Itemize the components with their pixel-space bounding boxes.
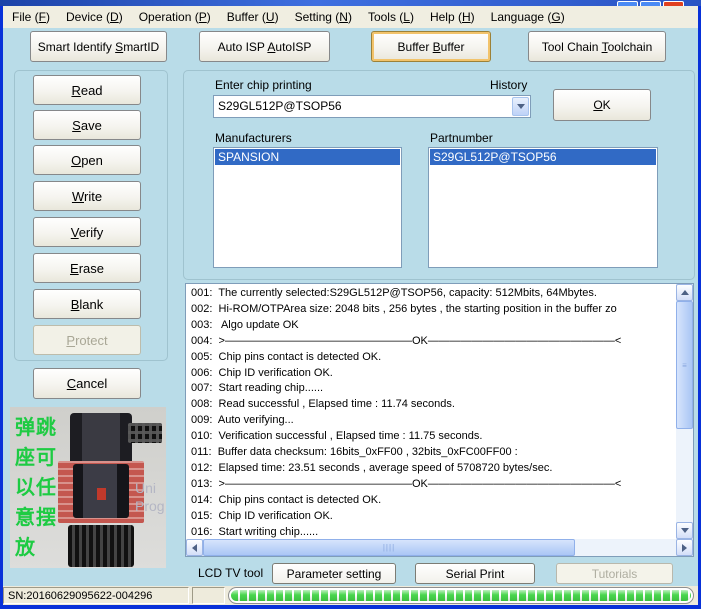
app-window: File (F) Device (D) Operation (P) Buffer…	[0, 0, 701, 609]
scroll-left-button[interactable]	[186, 539, 203, 556]
photo-zif-socket	[73, 464, 129, 518]
menu-operation[interactable]: Operation (P)	[139, 10, 211, 24]
tutorials-button: Tutorials	[556, 563, 673, 584]
tool-chain-button[interactable]: Tool Chain Toolchain	[528, 31, 666, 62]
buffer-button[interactable]: Buffer Buffer	[371, 31, 491, 62]
operation-log[interactable]: 001: The currently selected:S29GL512P@TS…	[185, 283, 694, 557]
save-button[interactable]: Save	[33, 110, 141, 140]
smart-identify-button[interactable]: Smart Identify SmartID	[30, 31, 167, 62]
arrow-down-icon	[681, 528, 689, 533]
photo-socket-top	[70, 413, 132, 467]
serial-print-button[interactable]: Serial Print	[415, 563, 535, 584]
manufacturers-label: Manufacturers	[215, 131, 292, 145]
window-border-left	[0, 6, 3, 609]
photo-socket-bottom	[68, 525, 134, 567]
list-item[interactable]: S29GL512P@TSOP56	[430, 149, 656, 165]
log-text: 001: The currently selected:S29GL512P@TS…	[186, 284, 676, 539]
write-button[interactable]: Write	[33, 181, 141, 211]
read-button[interactable]: Read	[33, 75, 141, 105]
progress-bar	[228, 587, 694, 604]
ok-button[interactable]: OK	[553, 89, 651, 121]
lcd-tv-tool-label: LCD TV tool	[198, 566, 263, 580]
status-bar: SN:20160629095622-004296	[3, 586, 698, 605]
progress-bar-fill	[231, 590, 691, 601]
status-spacer-panel	[192, 587, 225, 604]
serial-number-panel: SN:20160629095622-004296	[3, 587, 189, 604]
menu-language[interactable]: Language (G)	[491, 10, 565, 24]
protect-button: Protect	[33, 325, 141, 355]
menu-help[interactable]: Help (H)	[430, 10, 475, 24]
parameter-setting-button[interactable]: Parameter setting	[272, 563, 396, 584]
menu-device[interactable]: Device (D)	[66, 10, 123, 24]
menu-file[interactable]: File (F)	[12, 10, 50, 24]
open-button[interactable]: Open	[33, 145, 141, 175]
log-horizontal-scrollbar[interactable]: ||||	[186, 539, 693, 556]
chevron-down-icon	[517, 104, 525, 109]
manufacturers-list[interactable]: SPANSION	[213, 147, 402, 268]
menu-setting[interactable]: Setting (N)	[295, 10, 352, 24]
history-label: History	[490, 78, 527, 92]
adapter-photo: 弹跳 座可 以任 意摆 放 Uni Prog	[10, 407, 166, 568]
arrow-left-icon	[192, 544, 197, 552]
auto-isp-button[interactable]: Auto ISP AutoISP	[199, 31, 330, 62]
photo-pin-connector	[128, 423, 162, 443]
partnumber-list[interactable]: S29GL512P@TSOP56	[428, 147, 658, 268]
horizontal-scroll-thumb[interactable]: ||||	[203, 539, 575, 556]
photo-caption-text: 弹跳 座可 以任 意摆 放	[15, 413, 63, 563]
scroll-right-button[interactable]	[676, 539, 693, 556]
menu-bar: File (F) Device (D) Operation (P) Buffer…	[3, 6, 698, 28]
chip-combo[interactable]: S29GL512P@TSOP56	[213, 95, 531, 118]
scroll-down-button[interactable]	[676, 522, 693, 539]
chip-combo-value: S29GL512P@TSOP56	[218, 99, 342, 113]
verify-button[interactable]: Verify	[33, 217, 141, 247]
menu-buffer[interactable]: Buffer (U)	[227, 10, 279, 24]
menu-tools[interactable]: Tools (L)	[368, 10, 414, 24]
chip-combo-dropdown-button[interactable]	[512, 97, 529, 116]
scroll-up-button[interactable]	[676, 284, 693, 301]
blank-button[interactable]: Blank	[33, 289, 141, 319]
log-vertical-scrollbar[interactable]: ≡	[676, 284, 693, 539]
arrow-right-icon	[682, 544, 687, 552]
erase-button[interactable]: Erase	[33, 253, 141, 283]
arrow-up-icon	[681, 290, 689, 295]
photo-brand-text: Uni Prog	[135, 479, 165, 515]
partnumber-label: Partnumber	[430, 131, 493, 145]
vertical-scroll-thumb[interactable]: ≡	[676, 301, 693, 429]
list-item[interactable]: SPANSION	[215, 149, 400, 165]
window-border-bottom	[0, 605, 701, 609]
enter-chip-label: Enter chip printing	[215, 78, 312, 92]
cancel-button[interactable]: Cancel	[33, 368, 141, 399]
